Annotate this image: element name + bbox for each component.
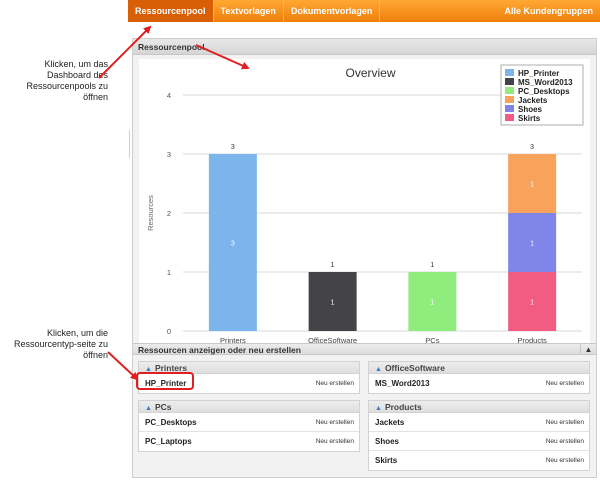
group-title[interactable]: ▲ Products bbox=[369, 401, 589, 413]
legend-swatch bbox=[505, 78, 514, 85]
subpanel-title: Ressourcen anzeigen oder neu erstellen bbox=[138, 345, 301, 355]
legend-label: Skirts bbox=[518, 114, 541, 123]
resource-link-jackets[interactable]: Jackets bbox=[375, 418, 404, 427]
group-title[interactable]: ▲ OfficeSoftware bbox=[369, 362, 589, 374]
resource-link-pc-desktops[interactable]: PC_Desktops bbox=[145, 418, 197, 427]
stack-total-label: 1 bbox=[430, 262, 434, 269]
highlight-box bbox=[136, 372, 194, 390]
list-item: PC_Desktops Neu erstellen bbox=[139, 413, 359, 432]
tab-dokumentvorlagen[interactable]: Dokumentvorlagen bbox=[284, 0, 381, 22]
home-icon: ▲ bbox=[375, 405, 382, 412]
resource-link-pc-laptops[interactable]: PC_Laptops bbox=[145, 437, 192, 446]
legend-swatch bbox=[505, 69, 514, 76]
list-item: Shoes Neu erstellen bbox=[369, 432, 589, 451]
resource-link-shoes[interactable]: Shoes bbox=[375, 437, 399, 446]
resource-link-ms-word2013[interactable]: MS_Word2013 bbox=[375, 379, 430, 388]
legend-swatch bbox=[505, 96, 514, 103]
list-item: Jackets Neu erstellen bbox=[369, 413, 589, 432]
legend-label: HP_Printer bbox=[518, 69, 559, 78]
group-products: ▲ Products Jackets Neu erstellen Shoes Ne… bbox=[368, 400, 590, 471]
subpanel-header: Ressourcen anzeigen oder neu erstellen ▲ bbox=[133, 343, 596, 355]
y-tick-label: 2 bbox=[167, 209, 171, 218]
home-icon: ▲ bbox=[145, 405, 152, 412]
resource-pool-panel: Ressourcenpool Overview 0 1 2 3 4 Resources Pri… bbox=[132, 38, 597, 478]
list-item: PC_Laptops Neu erstellen bbox=[139, 432, 359, 451]
annotation-dashboard: Klicken, um das Dashboard des Ressourcen… bbox=[26, 59, 108, 102]
panel-title: Ressourcenpool bbox=[133, 39, 596, 55]
overview-chart: Overview 0 1 2 3 4 Resources Printers 3 3 OfficeSo… bbox=[139, 59, 590, 347]
top-navigation: Ressourcenpool Textvorlagen Dokumentvorl… bbox=[128, 0, 600, 22]
y-tick-label: 0 bbox=[167, 327, 171, 336]
group-pcs: ▲ PCs PC_Desktops Neu erstellen PC_Laptop… bbox=[138, 400, 360, 452]
tab-alle-kundengruppen[interactable]: Alle Kundengruppen bbox=[498, 0, 600, 22]
group-officesoftware: ▲ OfficeSoftware MS_Word2013 Neu erstelle… bbox=[368, 361, 590, 394]
y-tick-label: 4 bbox=[167, 91, 171, 100]
stack-total-label: 3 bbox=[530, 144, 534, 151]
tab-ressourcenpool[interactable]: Ressourcenpool bbox=[128, 0, 214, 22]
annotation-resource-type: Klicken, um die Ressourcentyp-seite zu ö… bbox=[13, 328, 108, 360]
data-label: 1 bbox=[430, 300, 434, 307]
create-new-link[interactable]: Neu erstellen bbox=[316, 380, 354, 387]
create-new-link[interactable]: Neu erstellen bbox=[546, 438, 584, 445]
create-new-link[interactable]: Neu erstellen bbox=[546, 380, 584, 387]
group-title[interactable]: ▲ PCs bbox=[139, 401, 359, 413]
y-tick-label: 3 bbox=[167, 150, 171, 159]
y-tick-label: 1 bbox=[167, 268, 171, 277]
legend-swatch bbox=[505, 114, 514, 121]
legend-label: MS_Word2013 bbox=[518, 78, 573, 87]
stack-total-label: 3 bbox=[231, 144, 235, 151]
stack-total-label: 1 bbox=[331, 262, 335, 269]
legend-label: Shoes bbox=[518, 105, 543, 114]
data-label: 1 bbox=[530, 182, 534, 189]
data-label: 1 bbox=[331, 300, 335, 307]
chart-title: Overview bbox=[345, 66, 395, 80]
legend-label: PC_Desktops bbox=[518, 87, 570, 96]
list-item: Skirts Neu erstellen bbox=[369, 451, 589, 470]
create-new-link[interactable]: Neu erstellen bbox=[546, 419, 584, 426]
data-label: 3 bbox=[231, 241, 235, 248]
chart-svg: Overview01234ResourcesPrinters33OfficeSo… bbox=[146, 64, 584, 345]
legend-swatch bbox=[505, 87, 514, 94]
create-new-link[interactable]: Neu erstellen bbox=[316, 438, 354, 445]
list-item: MS_Word2013 Neu erstellen bbox=[369, 374, 589, 393]
tab-textvorlagen[interactable]: Textvorlagen bbox=[214, 0, 284, 22]
create-new-link[interactable]: Neu erstellen bbox=[316, 419, 354, 426]
chevron-up-icon[interactable]: ▲ bbox=[580, 344, 596, 355]
data-label: 1 bbox=[530, 241, 534, 248]
resource-link-skirts[interactable]: Skirts bbox=[375, 456, 397, 465]
splitter-handle[interactable] bbox=[129, 130, 130, 158]
create-new-link[interactable]: Neu erstellen bbox=[546, 457, 584, 464]
y-axis-label: Resources bbox=[146, 195, 155, 231]
legend-label: Jackets bbox=[518, 96, 548, 105]
home-icon: ▲ bbox=[375, 366, 382, 373]
data-label: 1 bbox=[530, 300, 534, 307]
legend-swatch bbox=[505, 105, 514, 112]
